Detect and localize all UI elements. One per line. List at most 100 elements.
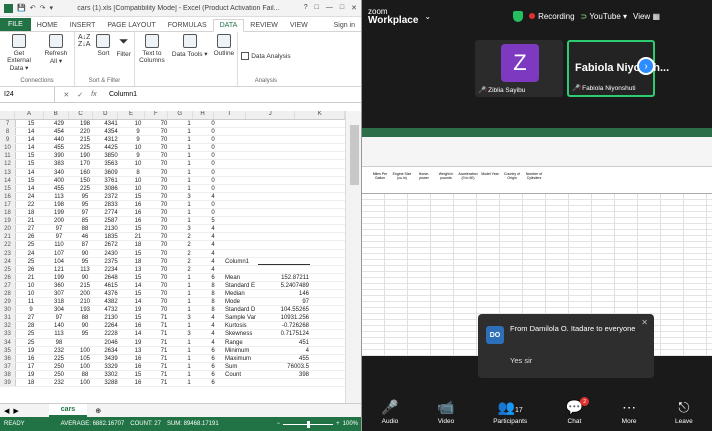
- cell[interactable]: 87: [72, 241, 98, 248]
- tab-review[interactable]: REVIEW: [244, 20, 284, 31]
- cell[interactable]: 70: [152, 193, 176, 200]
- cell[interactable]: 451: [258, 339, 310, 346]
- cell[interactable]: 104.55265: [258, 306, 310, 313]
- cell[interactable]: 2264: [98, 322, 124, 329]
- cell[interactable]: 4376: [98, 290, 124, 297]
- cell[interactable]: 400: [46, 177, 72, 184]
- cell[interactable]: 70: [152, 177, 176, 184]
- cell[interactable]: 2672: [98, 241, 124, 248]
- cell[interactable]: 215: [72, 136, 98, 143]
- data-analysis-button[interactable]: Data Analysis: [241, 34, 291, 78]
- cell[interactable]: 232: [46, 379, 72, 386]
- cell[interactable]: 71: [152, 322, 176, 329]
- cell[interactable]: 250: [46, 371, 72, 378]
- cell[interactable]: 4: [202, 330, 224, 337]
- cell[interactable]: 71: [152, 314, 176, 321]
- column-header[interactable]: I: [214, 111, 246, 119]
- cell[interactable]: 225: [46, 355, 72, 362]
- cell[interactable]: 4: [202, 314, 224, 321]
- cell[interactable]: 26: [16, 266, 46, 273]
- cell[interactable]: 2234: [98, 266, 124, 273]
- cell[interactable]: 14: [16, 144, 46, 151]
- cell[interactable]: Count: [224, 371, 258, 378]
- row-number[interactable]: 22: [0, 241, 16, 249]
- cell[interactable]: 28: [16, 322, 46, 329]
- cell[interactable]: 70: [152, 160, 176, 167]
- cell[interactable]: 4: [202, 266, 224, 273]
- column-header[interactable]: D: [93, 111, 119, 119]
- cell[interactable]: 107: [46, 250, 72, 257]
- cell[interactable]: [258, 209, 310, 216]
- cell[interactable]: 4: [202, 193, 224, 200]
- cell[interactable]: 95: [72, 201, 98, 208]
- cell[interactable]: Column1: [224, 258, 258, 265]
- row-number[interactable]: 8: [0, 128, 16, 136]
- cell[interactable]: 16: [124, 363, 152, 370]
- cell[interactable]: 1: [176, 371, 202, 378]
- cell[interactable]: 113: [72, 266, 98, 273]
- spreadsheet-grid[interactable]: A B C D E F G H I J K 7 15 429 198 4341 10 70 1 0 8 14 454 220 4…: [0, 111, 345, 403]
- cell[interactable]: 70: [152, 250, 176, 257]
- cell[interactable]: 19: [124, 306, 152, 313]
- cell[interactable]: 1: [176, 177, 202, 184]
- tab-formulas[interactable]: FORMULAS: [162, 20, 213, 31]
- cell[interactable]: 15: [124, 290, 152, 297]
- cell[interactable]: 0: [202, 160, 224, 167]
- cell[interactable]: [258, 152, 310, 159]
- cell[interactable]: 97: [72, 209, 98, 216]
- cell[interactable]: 1: [176, 274, 202, 281]
- cell[interactable]: 71: [152, 371, 176, 378]
- cell[interactable]: 4: [202, 339, 224, 346]
- cell[interactable]: 2648: [98, 274, 124, 281]
- cell[interactable]: 3329: [98, 363, 124, 370]
- cell[interactable]: 97: [46, 225, 72, 232]
- cell[interactable]: 70: [152, 217, 176, 224]
- cell[interactable]: 70: [152, 290, 176, 297]
- cell[interactable]: 4341: [98, 120, 124, 127]
- row-number[interactable]: 38: [0, 370, 16, 378]
- cell[interactable]: 95: [72, 193, 98, 200]
- column-header[interactable]: F: [145, 111, 168, 119]
- cell[interactable]: 4: [202, 250, 224, 257]
- cell[interactable]: 15: [16, 177, 46, 184]
- tab-view[interactable]: VIEW: [284, 20, 314, 31]
- text-to-columns-button[interactable]: Text to Columns: [138, 34, 166, 84]
- cell[interactable]: 113: [46, 193, 72, 200]
- cell[interactable]: 198: [46, 201, 72, 208]
- cell[interactable]: [258, 169, 310, 176]
- add-sheet-icon[interactable]: ⊕: [95, 407, 101, 415]
- cell[interactable]: 200: [72, 290, 98, 297]
- row-number[interactable]: 23: [0, 249, 16, 257]
- cell[interactable]: [224, 193, 258, 200]
- row-number[interactable]: 11: [0, 152, 16, 160]
- cell[interactable]: 18: [16, 379, 46, 386]
- cell[interactable]: 97: [46, 314, 72, 321]
- cell[interactable]: [258, 177, 310, 184]
- cell[interactable]: 104: [46, 258, 72, 265]
- cell[interactable]: 110: [46, 241, 72, 248]
- cell[interactable]: 6: [202, 347, 224, 354]
- cell[interactable]: Standard D: [224, 306, 258, 313]
- cell[interactable]: 3: [176, 314, 202, 321]
- cell[interactable]: 193: [72, 306, 98, 313]
- cell[interactable]: 1: [176, 339, 202, 346]
- tab-home[interactable]: HOME: [31, 20, 64, 31]
- cell[interactable]: 100: [72, 379, 98, 386]
- cell[interactable]: 100: [72, 363, 98, 370]
- cell[interactable]: 10: [16, 290, 46, 297]
- cell[interactable]: 4354: [98, 128, 124, 135]
- cell[interactable]: 140: [46, 322, 72, 329]
- cell[interactable]: 1: [176, 120, 202, 127]
- cell[interactable]: 14: [16, 136, 46, 143]
- cell[interactable]: [224, 144, 258, 151]
- redo-icon[interactable]: ↷: [40, 4, 46, 12]
- cell[interactable]: 18: [124, 241, 152, 248]
- cell[interactable]: 2: [176, 258, 202, 265]
- cell[interactable]: [258, 266, 310, 273]
- cell[interactable]: 1: [176, 185, 202, 192]
- row-number[interactable]: 26: [0, 273, 16, 281]
- chat-notification[interactable]: DO From Damilola O. Itadare to everyone …: [478, 314, 654, 378]
- cell[interactable]: 1: [176, 136, 202, 143]
- row-number[interactable]: 25: [0, 265, 16, 273]
- cell[interactable]: [258, 241, 310, 248]
